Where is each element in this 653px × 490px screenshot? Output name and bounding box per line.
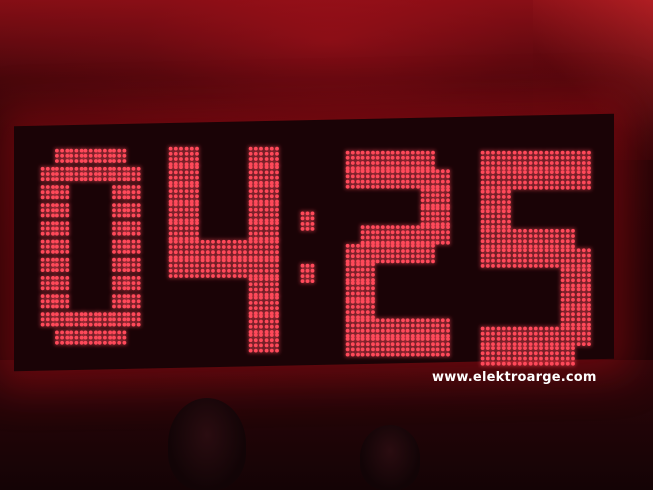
photo-scene: www.elektroarge.com	[0, 0, 653, 490]
led-clock-display	[40, 146, 591, 366]
clock-digit-4	[168, 146, 279, 353]
clock-digit-2	[345, 150, 450, 357]
clock-digit-0	[40, 148, 141, 345]
watermark-text: www.elektroarge.com	[432, 370, 597, 385]
shoe-left	[168, 398, 246, 490]
clock-digit-5	[480, 150, 591, 366]
shoe-right	[360, 425, 420, 490]
colon-separator	[300, 211, 315, 283]
